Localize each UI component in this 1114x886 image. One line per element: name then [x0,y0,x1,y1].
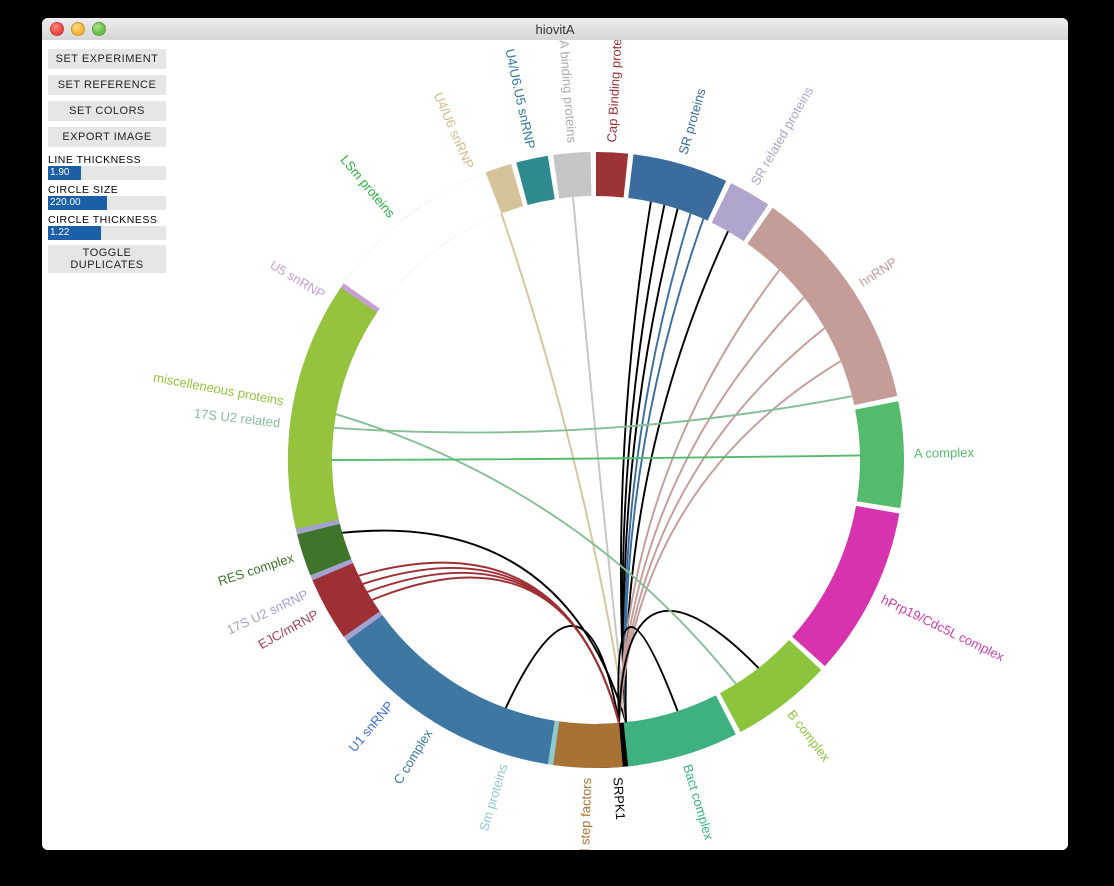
chord-diagram[interactable]: SRPK1Sm proteinsU1 snRNP17S U2 snRNP17S … [42,40,1068,850]
segment-label: RNA binding proteins [555,40,580,144]
chord [573,197,626,722]
chord [625,219,703,722]
close-icon[interactable] [50,22,64,36]
segment-label: miscelleneous proteins [152,370,285,409]
segment-label: B complex [784,707,833,765]
segment-label: U4/U6 snRNP [431,90,477,171]
segment-second-step-factors[interactable] [553,721,623,768]
segment-label: U5 snRNP [267,257,327,301]
segment-hprp19-cdc5l-complex[interactable] [792,506,899,666]
segment-label: RES complex [216,550,296,589]
segment-label: Cap Binding proteins [604,40,625,143]
segment-label: C complex [390,726,435,787]
titlebar: hiovitA [42,18,1068,41]
segment-u4-u6-u5-snrnp[interactable] [516,156,554,205]
segment-label: Bact complex [680,762,717,842]
segment-c-complex[interactable] [347,615,555,764]
segment-cap-binding-proteins[interactable] [596,152,628,197]
chord [501,214,625,723]
segment-hnrnp[interactable] [747,208,897,405]
segment-label: LSm proteins [337,152,398,221]
segment-label: Sm proteins [476,762,510,833]
segment-label: U1 snRNP [346,698,397,755]
zoom-icon[interactable] [92,22,106,36]
segment-label: hnRNP [856,254,899,290]
app-window: hiovitA SET EXPERIMENT SET REFERENCE SET… [42,18,1068,850]
segment-label: SR related proteins [748,84,817,188]
segment-label: U4/U6.U5 snRNP [502,48,538,151]
segment-label: hPrp19/Cdc5L complex [879,592,1007,665]
window-title: hiovitA [42,22,1068,37]
segment-label: SRPK1 [610,777,628,821]
traffic-lights [42,22,106,36]
segment-a-complex[interactable] [855,401,904,508]
segment-label: 17S U2 related [193,406,281,431]
segment-label: Second step factors [576,777,594,850]
chord [332,455,860,460]
minimize-icon[interactable] [71,22,85,36]
segment-miscelleneous-proteins[interactable] [288,288,377,530]
content-area: SET EXPERIMENT SET REFERENCE SET COLORS … [42,40,1068,850]
segment-label: SR proteins [675,86,708,156]
segment-label: A complex [914,445,975,461]
segment-bact-complex[interactable] [624,695,736,766]
segment-rna-binding-proteins[interactable] [553,152,591,199]
